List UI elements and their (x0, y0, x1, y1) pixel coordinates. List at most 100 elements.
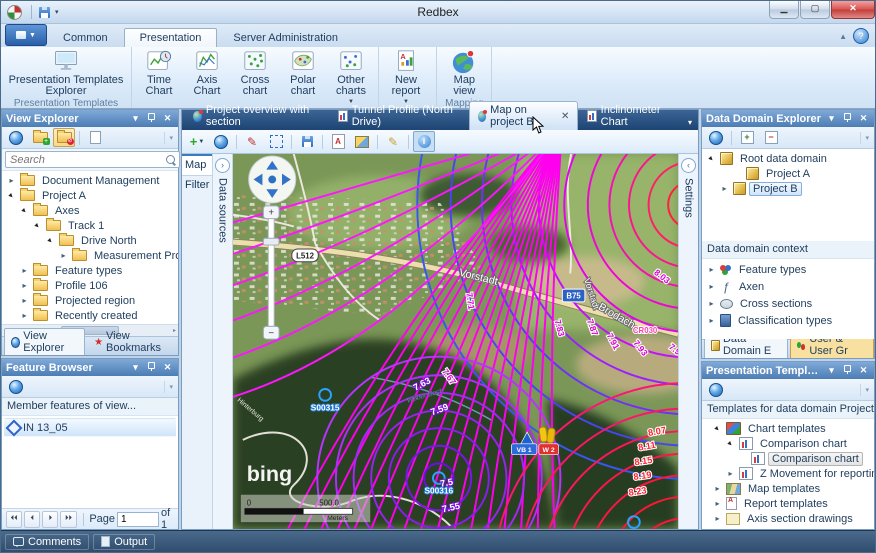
cross-chart-button[interactable]: Cross chart (231, 48, 279, 98)
expand-all-button[interactable]: + (736, 128, 758, 147)
refresh-templates-button[interactable] (705, 380, 727, 399)
settings-label[interactable]: Settings (683, 178, 695, 218)
window-position-icon[interactable]: ▾ (129, 113, 142, 124)
tree-item[interactable]: ▸Track 1 (2, 218, 178, 233)
application-menu-button[interactable]: ▼ (5, 24, 47, 46)
context-item[interactable]: ▸Classification types (702, 312, 874, 329)
expand-arrow-icon[interactable]: ▸ (19, 311, 30, 320)
expand-arrow-icon[interactable]: ▸ (725, 469, 736, 478)
tree-item[interactable]: ▸Project A (2, 188, 178, 203)
pin-icon[interactable] (145, 363, 158, 373)
tab-map[interactable]: Map (182, 154, 212, 176)
tree-item[interactable]: ▸Z Movement for reporting (702, 466, 874, 481)
pin-icon[interactable] (145, 114, 158, 124)
copy-view-button[interactable] (84, 128, 106, 147)
tree-item[interactable]: ▸Axis section drawings (702, 511, 874, 526)
close-icon[interactable]: ✕ (161, 362, 174, 373)
expand-arrow-icon[interactable]: ▸ (6, 176, 17, 185)
toolbar-overflow-icon[interactable]: ▾ (164, 381, 175, 393)
refresh-view-button[interactable] (5, 128, 27, 147)
maximize-button[interactable]: ▢ (800, 1, 830, 19)
toolbar-overflow-icon[interactable]: ▾ (860, 132, 871, 144)
tree-item[interactable]: ▸Recently created (2, 308, 178, 323)
close-tab-icon[interactable]: ✕ (561, 111, 569, 122)
pin-icon[interactable] (841, 114, 854, 124)
collapse-all-button[interactable]: − (760, 128, 782, 147)
page-input[interactable] (117, 512, 159, 527)
tree-item[interactable]: Comparison chart (702, 451, 874, 466)
tree-item[interactable]: ▸Axes (2, 203, 178, 218)
expand-arrow-icon[interactable]: ▸ (712, 514, 723, 523)
polar-chart-button[interactable]: Polar chart (279, 48, 327, 98)
tab-view-explorer[interactable]: View Explorer (4, 328, 85, 355)
collapse-arrow-icon[interactable]: ▸ (4, 188, 18, 202)
expand-arrow-icon[interactable]: ▸ (712, 484, 723, 493)
annotate-button[interactable]: ✎ (382, 131, 404, 152)
other-charts-button[interactable]: Other charts ▼ (327, 48, 375, 109)
tree-item[interactable]: ▸Projected region (2, 293, 178, 308)
help-icon[interactable]: ? (853, 28, 869, 44)
style-brush-button[interactable]: ✎ (241, 131, 263, 152)
toolbar-overflow-icon[interactable]: ▾ (860, 384, 871, 396)
expand-arrow-icon[interactable]: ▸ (706, 299, 717, 308)
tree-item[interactable]: ▸Chart templates (702, 421, 874, 436)
doc-tab-tunnel-profile[interactable]: Tunnel Profile (North Drive) (329, 102, 468, 130)
tree-item[interactable]: ▸Measurement Profiles (2, 248, 178, 263)
zoom-out-icon[interactable]: − (268, 328, 274, 339)
output-button[interactable]: Output (93, 534, 155, 550)
tree-item[interactable]: ▸Feature types (2, 263, 178, 278)
minimize-button[interactable]: ▁ (769, 1, 799, 19)
context-item[interactable]: ▸Cross sections (702, 295, 874, 312)
export-pdf-button[interactable]: A (327, 131, 349, 152)
tree-item[interactable]: ▸Report templates (702, 496, 874, 511)
close-icon[interactable]: ✕ (857, 365, 870, 376)
toolbar-overflow-icon[interactable]: ▾ (164, 132, 175, 144)
export-image-button[interactable] (351, 131, 373, 152)
tab-server-administration[interactable]: Server Administration (217, 28, 354, 47)
expand-arrow-icon[interactable]: ▸ (712, 499, 723, 508)
expand-arrow-icon[interactable]: ▸ (19, 281, 30, 290)
tree-item[interactable]: ▸Map templates (702, 481, 874, 496)
doc-tab-map-on-project-b[interactable]: Map on project B✕ (469, 101, 579, 130)
yellow-marker[interactable] (539, 427, 548, 442)
first-page-button[interactable]: ⏴⏴ (6, 511, 22, 528)
tree-item[interactable]: ▸Comparison chart (702, 436, 874, 451)
filter-views-button[interactable]: ⊘ (53, 128, 75, 147)
tree-item[interactable]: ▸Root data domain (702, 151, 874, 166)
collapse-arrow-icon[interactable]: ▸ (17, 203, 31, 217)
last-page-button[interactable]: ⏵⏵ (60, 511, 76, 528)
expand-arrow-icon[interactable]: ▸ (706, 282, 717, 291)
collapse-arrow-icon[interactable]: ▸ (43, 233, 57, 247)
map-view-button[interactable]: Map view (440, 48, 488, 98)
tree-item[interactable]: ▸Document Management (2, 173, 178, 188)
expand-settings-icon[interactable]: ‹ (681, 158, 696, 173)
collapse-arrow-icon[interactable]: ▸ (30, 218, 44, 232)
tree-item[interactable]: Project A (702, 166, 874, 181)
expand-arrow-icon[interactable]: ▸ (706, 265, 717, 274)
close-icon[interactable]: ✕ (161, 113, 174, 124)
zoom-slider-handle[interactable] (263, 238, 279, 245)
map-globe-button[interactable] (210, 131, 232, 152)
data-sources-label[interactable]: Data sources (217, 178, 229, 243)
feature-item[interactable]: IN 13_05 (4, 418, 176, 437)
expand-arrow-icon[interactable]: ▸ (58, 251, 69, 260)
expand-arrow-icon[interactable]: ▸ (719, 184, 730, 193)
yellow-marker[interactable] (547, 428, 556, 443)
close-icon[interactable]: ✕ (857, 113, 870, 124)
tree-item[interactable]: ▸Drive North (2, 233, 178, 248)
collapse-arrow-icon[interactable]: ▸ (704, 151, 718, 165)
add-layer-button[interactable]: +▼ (186, 131, 208, 152)
window-position-icon[interactable]: ▾ (129, 362, 142, 373)
save-button[interactable] (296, 131, 318, 152)
expand-data-sources-icon[interactable]: › (215, 158, 230, 173)
tree-item[interactable]: ▸Profile 106 (2, 278, 178, 293)
presentation-templates-explorer-button[interactable]: Presentation Templates Explorer (4, 48, 128, 98)
collapse-arrow-icon[interactable]: ▸ (710, 421, 724, 435)
close-button[interactable]: ✕ (831, 1, 875, 19)
zoom-in-icon[interactable]: + (268, 208, 274, 219)
window-position-icon[interactable]: ▾ (825, 365, 838, 376)
next-page-button[interactable]: ⏵ (42, 511, 58, 528)
expand-arrow-icon[interactable]: ▸ (706, 316, 717, 325)
add-view-button[interactable]: + (29, 128, 51, 147)
map-compass[interactable] (249, 156, 296, 203)
